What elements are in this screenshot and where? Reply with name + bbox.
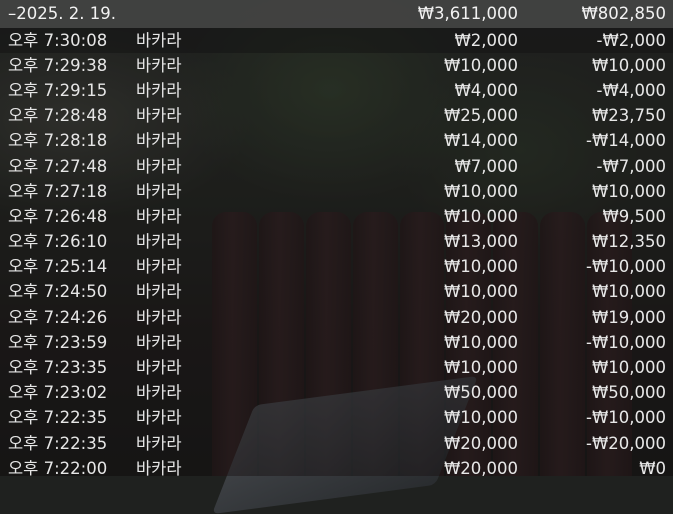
row-time: 오후 7:27:48 <box>8 156 108 176</box>
row-win-amount: ₩12,350 <box>591 231 666 251</box>
row-time: 오후 7:29:38 <box>8 55 108 75</box>
row-game: 바카라 <box>136 55 182 75</box>
row-win-amount: -₩10,000 <box>585 332 666 352</box>
history-row[interactable]: 오후 7:28:48 바카라 ₩25,000 ₩23,750 <box>0 104 673 129</box>
row-game: 바카라 <box>136 131 182 151</box>
row-game: 바카라 <box>136 282 182 302</box>
row-game: 바카라 <box>136 408 182 428</box>
row-time: 오후 7:25:14 <box>8 257 108 277</box>
row-win-amount: -₩7,000 <box>596 156 666 176</box>
row-game: 바카라 <box>136 156 182 176</box>
row-game: 바카라 <box>136 357 182 377</box>
row-bet-amount: ₩25,000 <box>443 105 518 125</box>
row-game: 바카라 <box>136 206 182 226</box>
row-bet-amount: ₩20,000 <box>443 307 518 327</box>
row-win-amount: -₩2,000 <box>596 30 666 50</box>
row-time: 오후 7:30:08 <box>8 30 108 50</box>
history-row[interactable]: 오후 7:25:14 바카라 ₩10,000 -₩10,000 <box>0 255 673 280</box>
date-summary-row[interactable]: –2025. 2. 19. ₩3,611,000 ₩802,850 <box>0 0 673 28</box>
row-bet-amount: ₩10,000 <box>443 181 518 201</box>
bet-history-list: –2025. 2. 19. ₩3,611,000 ₩802,850 오후 7:3… <box>0 0 673 481</box>
row-bet-amount: ₩13,000 <box>443 231 518 251</box>
row-time: 오후 7:28:48 <box>8 105 108 125</box>
row-win-amount: ₩50,000 <box>591 382 666 402</box>
row-bet-amount: ₩10,000 <box>443 55 518 75</box>
row-game: 바카라 <box>136 433 182 453</box>
row-game: 바카라 <box>136 332 182 352</box>
row-time: 오후 7:27:18 <box>8 181 108 201</box>
row-time: 오후 7:23:02 <box>8 382 108 402</box>
history-row[interactable]: 오후 7:28:18 바카라 ₩14,000 -₩14,000 <box>0 129 673 154</box>
row-win-amount: ₩10,000 <box>591 357 666 377</box>
history-row[interactable]: 오후 7:30:08 바카라 ₩2,000 -₩2,000 <box>0 28 673 54</box>
row-win-amount: -₩14,000 <box>585 131 666 151</box>
row-time: 오후 7:28:18 <box>8 131 108 151</box>
history-row[interactable]: 오후 7:26:10 바카라 ₩13,000 ₩12,350 <box>0 230 673 255</box>
row-game: 바카라 <box>136 307 182 327</box>
history-row[interactable]: 오후 7:24:26 바카라 ₩20,000 ₩19,000 <box>0 305 673 330</box>
row-win-amount: ₩19,000 <box>591 307 666 327</box>
row-time: 오후 7:22:35 <box>8 433 108 453</box>
row-time: 오후 7:23:59 <box>8 332 108 352</box>
row-bet-amount: ₩4,000 <box>454 80 518 100</box>
row-time: 오후 7:23:35 <box>8 357 108 377</box>
history-row[interactable]: 오후 7:22:35 바카라 ₩20,000 -₩20,000 <box>0 431 673 456</box>
row-win-amount: -₩20,000 <box>585 433 666 453</box>
date-label: –2025. 2. 19. <box>8 3 116 23</box>
row-win-amount: ₩9,500 <box>602 206 666 226</box>
history-row[interactable]: 오후 7:27:18 바카라 ₩10,000 ₩10,000 <box>0 179 673 204</box>
history-row[interactable]: 오후 7:22:35 바카라 ₩10,000 -₩10,000 <box>0 406 673 431</box>
row-time: 오후 7:26:10 <box>8 231 108 251</box>
row-game: 바카라 <box>136 231 182 251</box>
row-bet-amount: ₩50,000 <box>443 382 518 402</box>
row-time: 오후 7:24:26 <box>8 307 108 327</box>
row-win-amount: -₩10,000 <box>585 408 666 428</box>
row-time: 오후 7:22:35 <box>8 408 108 428</box>
row-time: 오후 7:24:50 <box>8 282 108 302</box>
row-win-amount: ₩10,000 <box>591 181 666 201</box>
row-game: 바카라 <box>136 382 182 402</box>
row-win-amount: -₩4,000 <box>596 80 666 100</box>
row-win-amount: ₩23,750 <box>591 105 666 125</box>
row-win-amount: ₩10,000 <box>591 282 666 302</box>
row-game: 바카라 <box>136 105 182 125</box>
row-bet-amount: ₩10,000 <box>443 282 518 302</box>
history-row[interactable]: 오후 7:24:50 바카라 ₩10,000 ₩10,000 <box>0 280 673 305</box>
row-bet-amount: ₩7,000 <box>454 156 518 176</box>
row-time: 오후 7:29:15 <box>8 80 108 100</box>
row-bet-amount: ₩10,000 <box>443 206 518 226</box>
row-game: 바카라 <box>136 458 182 478</box>
row-win-amount: -₩10,000 <box>585 257 666 277</box>
row-game: 바카라 <box>136 30 182 50</box>
row-win-amount: ₩0 <box>639 458 666 478</box>
history-row[interactable]: 오후 7:26:48 바카라 ₩10,000 ₩9,500 <box>0 204 673 229</box>
history-row[interactable]: 오후 7:23:35 바카라 ₩10,000 ₩10,000 <box>0 355 673 380</box>
row-bet-amount: ₩2,000 <box>454 30 518 50</box>
row-time: 오후 7:26:48 <box>8 206 108 226</box>
history-row[interactable]: 오후 7:22:00 바카라 ₩20,000 ₩0 <box>0 456 673 481</box>
row-bet-amount: ₩10,000 <box>443 357 518 377</box>
row-game: 바카라 <box>136 80 182 100</box>
row-win-amount: ₩10,000 <box>591 55 666 75</box>
row-game: 바카라 <box>136 181 182 201</box>
history-row[interactable]: 오후 7:27:48 바카라 ₩7,000 -₩7,000 <box>0 154 673 179</box>
history-row[interactable]: 오후 7:29:15 바카라 ₩4,000 -₩4,000 <box>0 78 673 103</box>
row-bet-amount: ₩10,000 <box>443 408 518 428</box>
history-row[interactable]: 오후 7:23:59 바카라 ₩10,000 -₩10,000 <box>0 330 673 355</box>
row-bet-amount: ₩10,000 <box>443 257 518 277</box>
history-row[interactable]: 오후 7:29:38 바카라 ₩10,000 ₩10,000 <box>0 53 673 78</box>
row-bet-amount: ₩20,000 <box>443 433 518 453</box>
bet-total: ₩3,611,000 <box>417 3 518 23</box>
row-bet-amount: ₩20,000 <box>443 458 518 478</box>
row-game: 바카라 <box>136 257 182 277</box>
row-bet-amount: ₩10,000 <box>443 332 518 352</box>
win-total: ₩802,850 <box>581 3 666 23</box>
row-bet-amount: ₩14,000 <box>443 131 518 151</box>
row-time: 오후 7:22:00 <box>8 458 108 478</box>
history-row[interactable]: 오후 7:23:02 바카라 ₩50,000 ₩50,000 <box>0 381 673 406</box>
